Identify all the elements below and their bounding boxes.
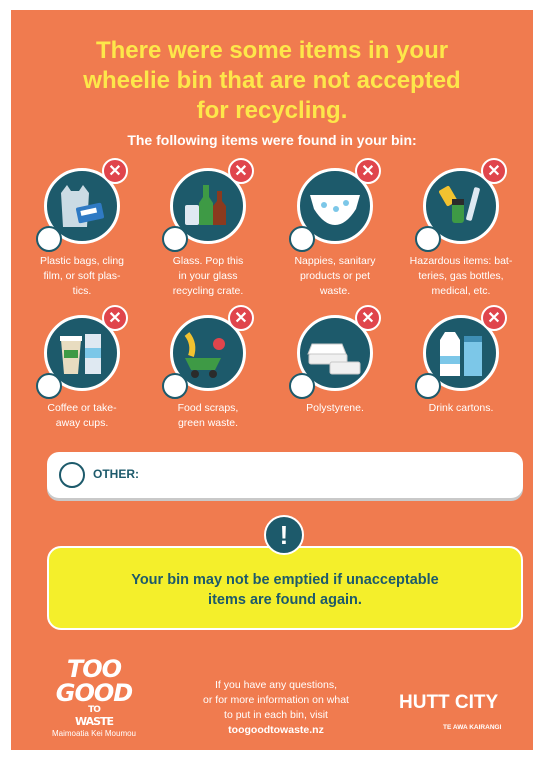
headline-line: for recycling. [196, 97, 348, 124]
other-checkbox[interactable] [59, 462, 85, 488]
item-checkbox[interactable] [289, 226, 315, 252]
drink-cartons-icon: ✕ [415, 305, 507, 399]
nappies-icon: ✕ [289, 158, 381, 252]
hutt-city-logo: HUTT CITY TE AWA KAIRANGI [399, 692, 502, 731]
close-icon: ✕ [481, 158, 507, 184]
item-checkbox[interactable] [162, 373, 188, 399]
item-caption: Plastic bags, cling film, or soft plas-ti… [39, 255, 125, 297]
close-icon: ✕ [481, 305, 507, 331]
warning-box: Your bin may not be emptied if unaccepta… [47, 546, 523, 630]
hazardous-items-icon: ✕ [415, 158, 507, 252]
plastic-bags-icon: ✕ [36, 158, 128, 252]
item-caption: Coffee or take-away cups. [47, 402, 117, 429]
item-caption: Food scraps, green waste. [177, 402, 239, 429]
item-caption: Nappies, sanitary products or pet waste. [294, 255, 376, 297]
close-icon: ✕ [228, 305, 254, 331]
item-caption: Drink cartons. [428, 402, 494, 414]
close-icon: ✕ [102, 305, 128, 331]
item-checkbox[interactable] [415, 226, 441, 252]
polystyrene-icon: ✕ [289, 305, 381, 399]
contact-info: If you have any questions, or for more i… [181, 678, 371, 738]
other-label: OTHER: [93, 467, 139, 481]
warning-text: Your bin may not be emptied if unaccepta… [131, 572, 439, 608]
subhead: The following items were found in your b… [127, 132, 417, 148]
coffee-cups-icon: ✕ [36, 305, 128, 399]
item-checkbox[interactable] [415, 373, 441, 399]
headline-line: There were some items in your [95, 37, 449, 64]
item-caption: Glass. Pop this in your glass recycling cr… [172, 255, 244, 297]
headline: There were some items in your wheelie bi… [11, 36, 533, 126]
item-caption: Hazardous items: bat-teries, gas bottles… [409, 255, 513, 297]
website-link[interactable]: toogoodtowaste.nz [181, 723, 371, 738]
close-icon: ✕ [355, 305, 381, 331]
glass-bottles-icon: ✕ [162, 158, 254, 252]
close-icon: ✕ [228, 158, 254, 184]
notice-sheet: There were some items in your wheelie bi… [11, 10, 533, 750]
item-checkbox[interactable] [162, 226, 188, 252]
logo-tagline: Maimoatia Kei Moumou [51, 729, 137, 738]
item-checkbox[interactable] [36, 226, 62, 252]
alert-icon: ! [264, 515, 304, 555]
food-scraps-icon: ✕ [162, 305, 254, 399]
close-icon: ✕ [102, 158, 128, 184]
too-good-to-waste-logo: TOO GOOD TO WASTE Maimoatia Kei Moumou [39, 655, 149, 740]
other-field[interactable]: OTHER: [47, 452, 523, 498]
item-checkbox[interactable] [289, 373, 315, 399]
headline-line: wheelie bin that are not accepted [83, 67, 461, 94]
close-icon: ✕ [355, 158, 381, 184]
item-checkbox[interactable] [36, 373, 62, 399]
item-caption: Polystyrene. [306, 402, 364, 414]
